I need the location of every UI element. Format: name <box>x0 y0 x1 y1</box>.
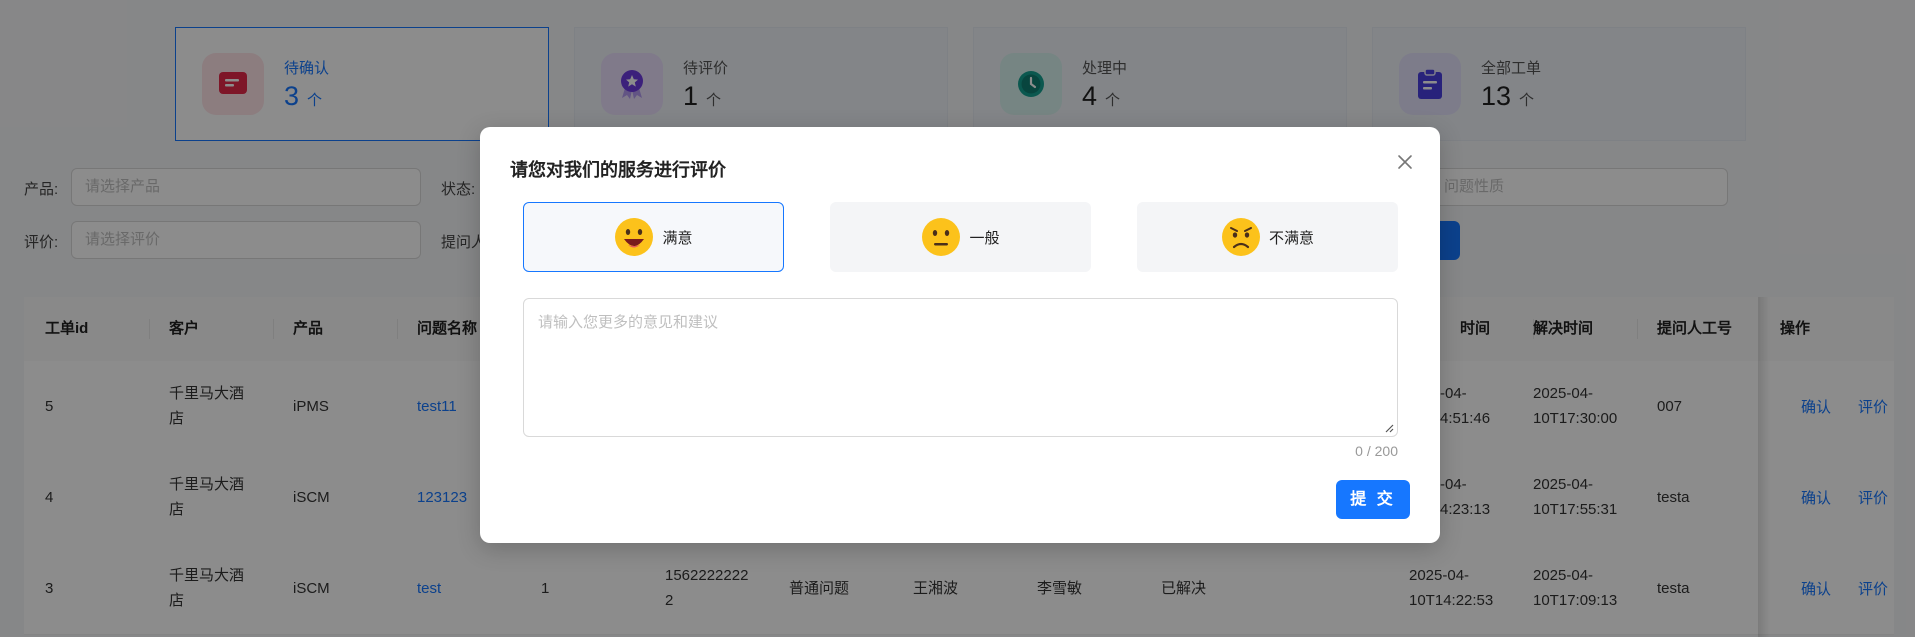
feedback-textarea[interactable]: 请输入您更多的意见和建议 <box>523 298 1398 437</box>
resize-handle-icon[interactable] <box>1384 423 1394 433</box>
rating-option-label: 满意 <box>662 229 693 247</box>
rating-option-neutral[interactable]: 一般 <box>830 202 1091 272</box>
textarea-placeholder: 请输入您更多的意见和建议 <box>538 314 719 331</box>
modal-title: 请您对我们的服务进行评价 <box>510 160 726 180</box>
neutral-emoji-icon <box>922 218 961 256</box>
close-icon[interactable] <box>1394 151 1416 173</box>
character-counter: 0 / 200 <box>1355 443 1398 459</box>
rating-option-label: 不满意 <box>1268 229 1314 247</box>
rating-modal: 请您对我们的服务进行评价 满意 一般 不满意 请输入您更多的意见和建议 0 / … <box>480 127 1440 543</box>
rating-option-satisfied[interactable]: 满意 <box>523 202 784 272</box>
frown-emoji-icon <box>1221 218 1260 256</box>
smile-emoji-icon <box>615 218 654 256</box>
rating-option-unsatisfied[interactable]: 不满意 <box>1137 202 1398 272</box>
rating-option-label: 一般 <box>969 229 1000 247</box>
submit-button[interactable]: 提 交 <box>1336 480 1410 519</box>
